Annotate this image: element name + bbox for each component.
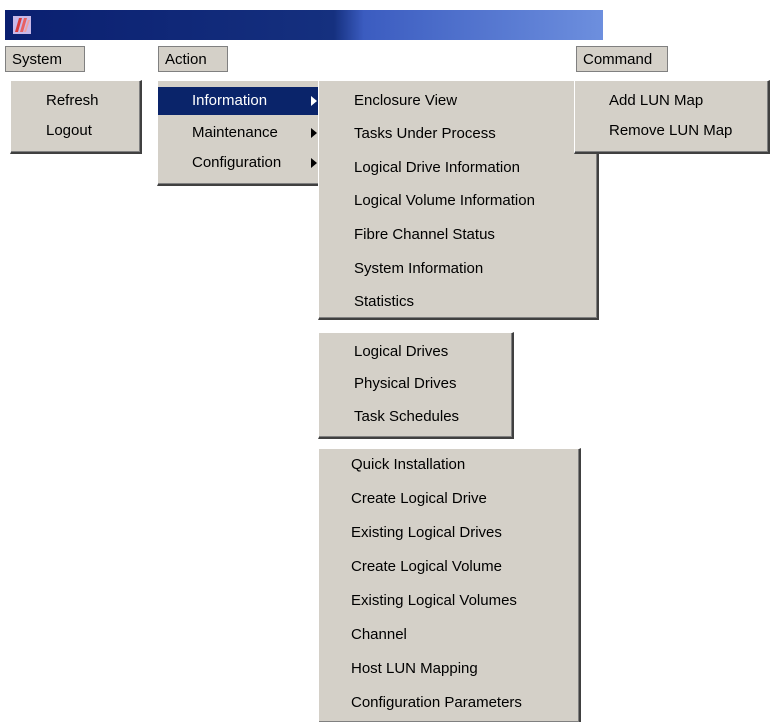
menu-item-information[interactable]: Information: [158, 87, 325, 115]
menu-action[interactable]: Action: [158, 46, 228, 72]
configuration-submenu: Quick Installation Create Logical Drive …: [318, 448, 581, 722]
menu-item-quick-installation[interactable]: Quick Installation: [319, 451, 579, 479]
menu-item-refresh[interactable]: Refresh: [11, 87, 140, 115]
menu-item-information-label: Information: [192, 92, 268, 109]
menu-item-fibre-channel-status[interactable]: Fibre Channel Status: [319, 221, 597, 249]
menu-command[interactable]: Command: [576, 46, 668, 72]
menu-item-logical-volume-information[interactable]: Logical Volume Information: [319, 187, 597, 215]
menu-item-statistics[interactable]: Statistics: [319, 288, 597, 316]
submenu-arrow-icon: [311, 128, 317, 138]
system-dropdown: Refresh Logout: [10, 80, 142, 154]
menu-item-add-lun-map[interactable]: Add LUN Map: [575, 87, 768, 115]
submenu-arrow-icon: [311, 96, 317, 106]
menu-item-configuration-label: Configuration: [192, 154, 282, 171]
submenu-arrow-icon: [311, 158, 317, 168]
menu-item-logical-drive-information[interactable]: Logical Drive Information: [319, 154, 597, 182]
menu-item-existing-logical-volumes[interactable]: Existing Logical Volumes: [319, 587, 579, 615]
menu-system[interactable]: System: [5, 46, 85, 72]
action-dropdown: Information Maintenance Configuration: [157, 80, 327, 186]
menu-item-configuration[interactable]: Configuration: [158, 149, 325, 177]
menu-item-remove-lun-map[interactable]: Remove LUN Map: [575, 117, 768, 145]
menu-item-create-logical-drive[interactable]: Create Logical Drive: [319, 485, 579, 513]
maintenance-submenu: Logical Drives Physical Drives Task Sche…: [318, 332, 514, 439]
menu-item-maintenance[interactable]: Maintenance: [158, 119, 325, 147]
menu-item-physical-drives[interactable]: Physical Drives: [319, 370, 512, 398]
information-submenu: Enclosure View Tasks Under Process Logic…: [318, 80, 599, 320]
menu-bar: System Action Command: [5, 46, 770, 74]
menu-item-tasks-under-process[interactable]: Tasks Under Process: [319, 120, 597, 148]
command-dropdown: Add LUN Map Remove LUN Map: [574, 80, 770, 154]
menu-item-host-lun-mapping[interactable]: Host LUN Mapping: [319, 655, 579, 683]
menu-item-configuration-parameters[interactable]: Configuration Parameters: [319, 689, 579, 717]
menu-item-task-schedules[interactable]: Task Schedules: [319, 403, 512, 431]
menu-item-maintenance-label: Maintenance: [192, 124, 278, 141]
menu-item-create-logical-volume[interactable]: Create Logical Volume: [319, 553, 579, 581]
title-bar: [5, 10, 603, 40]
app-logo-icon: [13, 16, 31, 34]
menu-item-system-information[interactable]: System Information: [319, 255, 597, 283]
menu-item-logout[interactable]: Logout: [11, 117, 140, 145]
menu-item-logical-drives[interactable]: Logical Drives: [319, 338, 512, 366]
menu-item-channel[interactable]: Channel: [319, 621, 579, 649]
menu-item-enclosure-view[interactable]: Enclosure View: [319, 87, 597, 115]
menu-item-existing-logical-drives[interactable]: Existing Logical Drives: [319, 519, 579, 547]
